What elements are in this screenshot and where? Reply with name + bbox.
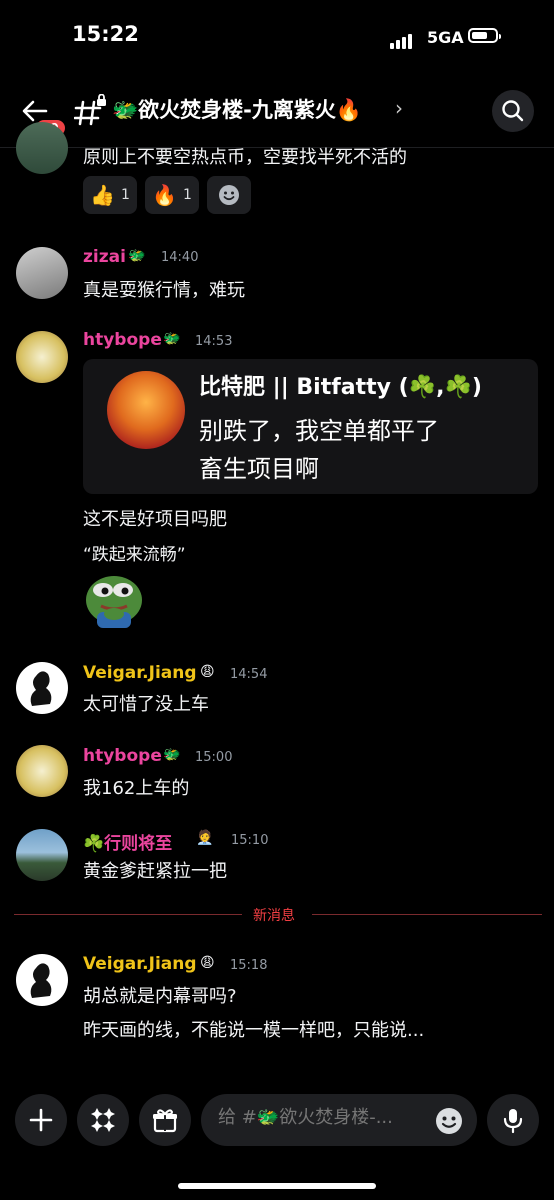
message-text: 这不是好项目吗肥 [83,509,227,530]
embed-author: 比特肥 || Bitfatty (☘️,☘️) [199,375,482,400]
timestamp: 15:18 [230,958,268,973]
avatar-zizai[interactable] [16,247,68,299]
add-reaction-button[interactable] [207,176,251,214]
username[interactable]: ☘️行则将至 [83,829,172,854]
username[interactable]: Veigar.Jiang [83,954,197,974]
reaction-count: 1 [120,187,130,203]
channel-hash-lock-icon [73,93,108,130]
search-icon [502,100,524,122]
channel-name[interactable]: 🐲欲火焚身楼-九离紫火🔥 [112,94,362,124]
add-reaction-icon [219,185,239,205]
embed-text: 别跌了，我空单都平了 [199,417,439,445]
emoji-button[interactable] [434,1106,464,1140]
fire-emoji: 🔥 [152,183,177,207]
username[interactable]: Veigar.Jiang [83,663,197,683]
avatar-htybope[interactable] [16,331,68,383]
new-messages-label: 新消息 [253,908,295,924]
message-text: 黄金爹赶紧拉一把 [83,861,227,882]
username[interactable]: zizai [83,247,126,267]
reaction-thumbs-up[interactable]: 👍 1 [83,176,137,214]
message-text: 胡总就是内幕哥吗? [83,986,237,1007]
timestamp: 14:54 [230,667,268,682]
timestamp: 15:10 [231,833,269,848]
embed-avatar [107,371,185,449]
search-button[interactable] [492,90,534,132]
emoji-icon [436,1108,462,1134]
microphone-icon [503,1109,523,1134]
role-tag-icon: 🐲 [163,331,181,347]
apps-sparkle-icon [91,1108,115,1132]
plus-icon [29,1108,53,1132]
reaction-count: 1 [182,187,192,203]
chevron-right-icon[interactable]: › [395,96,403,120]
status-time: 15:22 [72,22,139,46]
username[interactable]: htybope [83,330,162,350]
new-messages-divider [312,914,542,915]
role-tag-icon: 🐲 [128,248,146,264]
message-text: 真是耍猴行情，难玩 [83,280,245,301]
timestamp: 14:40 [161,250,199,265]
message-text: 原则上不要空热点币，空要找半死不活的 [83,147,407,165]
role-tag-icon: 🐲 [163,747,181,763]
attach-button[interactable] [15,1094,67,1146]
message-text: “跌起来流畅” [83,545,186,565]
avatar[interactable] [16,122,68,174]
role-tag-icon: 🧑‍💼 [196,830,214,846]
new-messages-divider [14,914,242,915]
gift-button[interactable] [139,1094,191,1146]
role-tag-icon: 😩 [200,664,215,680]
message-input[interactable] [218,1107,428,1128]
apps-button[interactable] [77,1094,129,1146]
timestamp: 14:53 [195,334,233,349]
timestamp: 15:00 [195,750,233,765]
gift-icon [153,1109,177,1133]
image-attachment[interactable]: 比特肥 || Bitfatty (☘️,☘️) 别跌了，我空单都平了 畜生项目啊 [83,359,538,494]
username[interactable]: htybope [83,746,162,766]
cellular-signal-icon [390,30,414,49]
home-indicator [178,1183,376,1189]
avatar-htybope[interactable] [16,745,68,797]
battery-icon [468,28,501,43]
avatar-veigar[interactable] [16,954,68,1006]
network-type: 5GA [427,28,464,47]
avatar-xingze[interactable] [16,829,68,881]
reaction-fire[interactable]: 🔥 1 [145,176,199,214]
avatar-veigar[interactable] [16,662,68,714]
pepe-frog-sticker[interactable] [83,570,145,634]
voice-message-button[interactable] [487,1094,539,1146]
role-tag-icon: 😩 [200,955,215,971]
embed-text: 畜生项目啊 [199,455,319,483]
message-text: 我162上车的 [83,778,190,799]
message-text: 太可惜了没上车 [83,694,209,715]
message-text: 昨天画的线，不能说一模一样吧，只能说... [83,1020,425,1041]
thumbs-up-emoji: 👍 [90,183,115,207]
